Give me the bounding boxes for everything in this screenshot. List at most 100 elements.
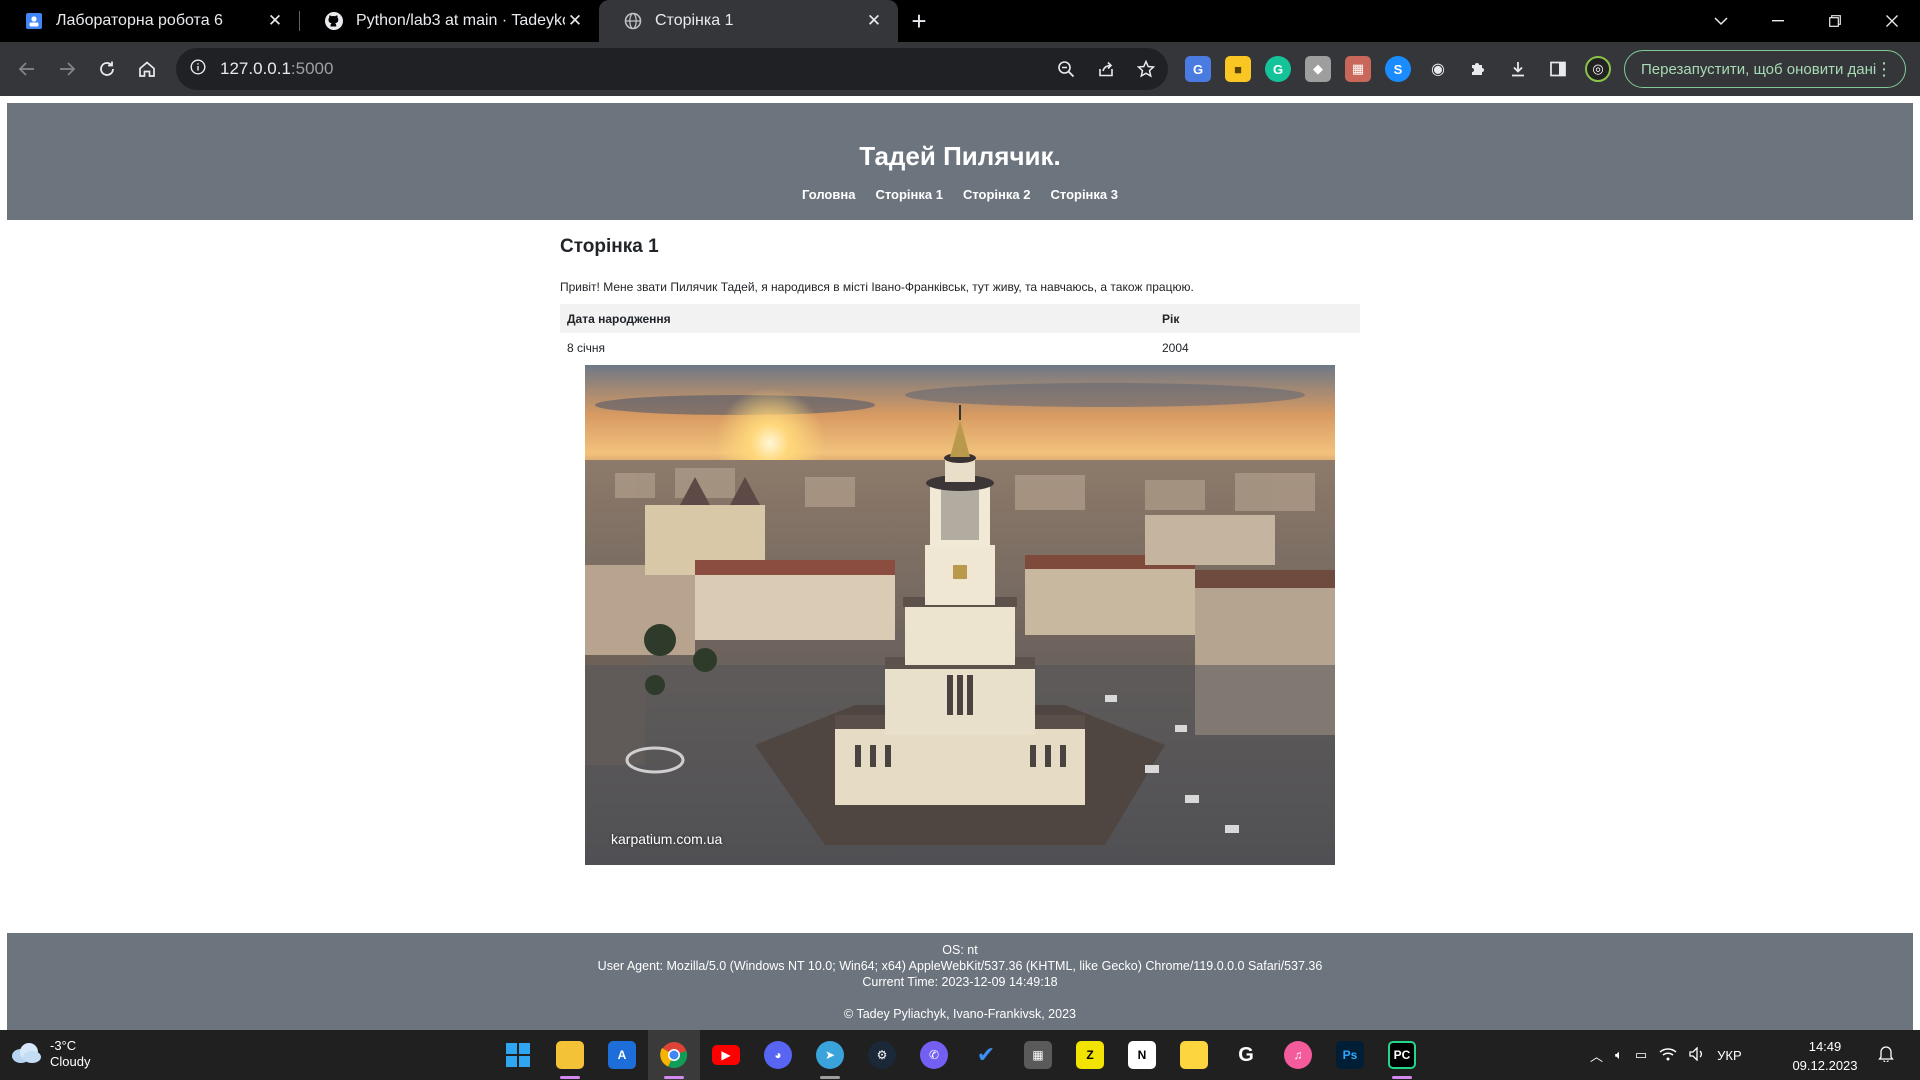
taskbar-steam[interactable]: ⚙ xyxy=(856,1030,908,1080)
browser-toolbar: 127.0.0.1:5000 G ■ G ◆ ▦ S ◉ ◎ Перезапус… xyxy=(0,42,1920,96)
battery-icon[interactable]: ▭ xyxy=(1635,1047,1647,1063)
logitech-g-icon: G xyxy=(1232,1041,1260,1069)
tab-page1[interactable]: Сторінка 1 ✕ xyxy=(599,0,898,42)
tab-github[interactable]: Python/lab3 at main · Tadeyko/P ✕ xyxy=(300,0,599,42)
taskbar-sticky-notes[interactable] xyxy=(1168,1030,1220,1080)
weather-widget[interactable]: -3°C Cloudy xyxy=(10,1038,90,1070)
nav-link-home[interactable]: Головна xyxy=(802,187,855,202)
taskbar-file-explorer[interactable] xyxy=(544,1030,596,1080)
taskbar-logitech[interactable]: G xyxy=(1220,1030,1272,1080)
windows-taskbar: -3°C Cloudy A ▶ ◕ ➤ ⚙ ✆ ✔ ▦ Z N G ♫ Ps P… xyxy=(0,1030,1920,1080)
table-cell: 8 січня xyxy=(567,340,606,355)
taskbar-telegram[interactable]: ➤ xyxy=(804,1030,856,1080)
home-button[interactable] xyxy=(127,49,167,89)
taskbar-chrome[interactable] xyxy=(648,1030,700,1080)
tab-lab6[interactable]: Лабораторна робота 6 ✕ xyxy=(0,0,299,42)
running-indicator xyxy=(1392,1076,1412,1079)
back-button[interactable] xyxy=(7,49,47,89)
language-indicator[interactable]: УКР xyxy=(1717,1048,1742,1063)
address-bar[interactable]: 127.0.0.1:5000 xyxy=(176,48,1168,90)
url-text[interactable]: 127.0.0.1:5000 xyxy=(220,59,333,79)
footer-os: OS: nt xyxy=(942,943,978,957)
taskbar-youtube[interactable]: ▶ xyxy=(700,1030,752,1080)
translate-extension-icon[interactable]: G xyxy=(1185,56,1211,82)
minimize-icon[interactable] xyxy=(1749,0,1806,42)
taskbar-notion[interactable]: N xyxy=(1116,1030,1168,1080)
profile-avatar[interactable]: ◎ xyxy=(1585,56,1611,82)
table-row: 8 січня 2004 xyxy=(560,333,1360,362)
start-button[interactable] xyxy=(492,1030,544,1080)
extensions-row: G ■ G ◆ ▦ S ◉ ◎ xyxy=(1185,56,1611,82)
wifi-icon[interactable] xyxy=(1659,1047,1677,1064)
speaker-mic-icon[interactable]: 🔈︎ xyxy=(1615,1047,1623,1063)
arrow-left-icon xyxy=(18,62,34,76)
reload-icon xyxy=(100,61,114,76)
birth-info-table: Дата народження Рік 8 січня 2004 xyxy=(560,304,1360,362)
close-icon[interactable]: ✕ xyxy=(565,11,585,31)
a-app-icon: A xyxy=(608,1041,636,1069)
bookmark-star-icon[interactable] xyxy=(1132,55,1160,83)
nav-link-page3[interactable]: Сторінка 3 xyxy=(1050,187,1118,202)
music-note-icon: ♫ xyxy=(1284,1041,1312,1069)
nav-link-page1[interactable]: Сторінка 1 xyxy=(875,187,943,202)
notification-bell-icon[interactable] xyxy=(1878,1044,1894,1067)
store-extension-icon[interactable]: ▦ xyxy=(1345,56,1371,82)
taskbar-todo[interactable]: ✔ xyxy=(960,1030,1012,1080)
puzzle-extension-icon[interactable]: ◆ xyxy=(1305,56,1331,82)
taskbar-app-z[interactable]: Z xyxy=(1064,1030,1116,1080)
chrome-icon xyxy=(660,1042,688,1069)
taskbar-apps: A ▶ ◕ ➤ ⚙ ✆ ✔ ▦ Z N G ♫ Ps PC xyxy=(492,1030,1428,1080)
restore-icon[interactable] xyxy=(1806,0,1863,42)
grammarly-extension-icon[interactable]: G xyxy=(1265,56,1291,82)
taskbar-app-a[interactable]: A xyxy=(596,1030,648,1080)
site-footer: OS: nt User Agent: Mozilla/5.0 (Windows … xyxy=(7,933,1913,1030)
system-tray: ︿ 🔈︎ ▭ УКР xyxy=(1590,1030,1742,1080)
web-page: Тадей Пилячик. Головна Сторінка 1 Сторін… xyxy=(0,96,1920,1030)
taskbar-calculator[interactable]: ▦ xyxy=(1012,1030,1064,1080)
browser-tab-strip: Лабораторна робота 6 ✕ Python/lab3 at ma… xyxy=(0,0,1920,42)
taskbar-itunes[interactable]: ♫ xyxy=(1272,1030,1324,1080)
download-icon[interactable] xyxy=(1505,56,1531,82)
github-icon xyxy=(324,11,344,31)
city-aerial-image xyxy=(585,365,1335,865)
close-icon[interactable]: ✕ xyxy=(265,11,285,31)
clock[interactable]: 14:49 09.12.2023 xyxy=(1780,1037,1870,1075)
calculator-icon: ▦ xyxy=(1024,1041,1052,1069)
taskbar-pycharm[interactable]: PC xyxy=(1376,1030,1428,1080)
footer-time: Current Time: 2023-12-09 14:49:18 xyxy=(862,975,1058,989)
folder-icon xyxy=(556,1041,584,1069)
taskbar-viber[interactable]: ✆ xyxy=(908,1030,960,1080)
relaunch-update-button[interactable]: Перезапустити, щоб оновити дані ⋮ xyxy=(1624,50,1906,88)
new-tab-button[interactable]: + xyxy=(898,0,940,42)
nav-link-page2[interactable]: Сторінка 2 xyxy=(963,187,1031,202)
close-window-icon[interactable] xyxy=(1863,0,1920,42)
home-icon xyxy=(139,61,155,77)
discord-icon: ◕ xyxy=(764,1041,792,1069)
zoom-icon[interactable] xyxy=(1052,55,1080,83)
more-vert-icon[interactable]: ⋮ xyxy=(1875,59,1893,80)
shazam-extension-icon[interactable]: S xyxy=(1385,56,1411,82)
footer-user-agent: User Agent: Mozilla/5.0 (Windows NT 10.0… xyxy=(597,959,1323,973)
forward-button[interactable] xyxy=(47,49,87,89)
close-icon[interactable]: ✕ xyxy=(864,11,884,31)
taskbar-photoshop[interactable]: Ps xyxy=(1324,1030,1376,1080)
tampermonkey-extension-icon[interactable]: ◉ xyxy=(1425,56,1451,82)
photo-credit: karpatium.com.ua xyxy=(611,831,723,847)
taskbar-discord[interactable]: ◕ xyxy=(752,1030,804,1080)
table-header-cell: Рік xyxy=(1155,304,1360,333)
sticky-notes-icon xyxy=(1180,1041,1208,1069)
checkmark-icon: ✔ xyxy=(972,1041,1000,1069)
chevron-up-icon[interactable]: ︿ xyxy=(1590,1046,1603,1065)
side-panel-icon[interactable] xyxy=(1545,56,1571,82)
notes-extension-icon[interactable]: ■ xyxy=(1225,56,1251,82)
weather-temp: -3°C xyxy=(50,1038,77,1053)
share-icon[interactable] xyxy=(1092,55,1120,83)
reload-button[interactable] xyxy=(87,49,127,89)
tab-search-icon[interactable] xyxy=(1692,0,1749,42)
z-app-icon: Z xyxy=(1076,1041,1104,1069)
volume-icon[interactable] xyxy=(1689,1045,1705,1064)
info-icon[interactable] xyxy=(190,58,206,80)
running-indicator xyxy=(820,1076,840,1079)
site-header: Тадей Пилячик. Головна Сторінка 1 Сторін… xyxy=(7,103,1913,220)
extensions-puzzle-icon[interactable] xyxy=(1465,56,1491,82)
